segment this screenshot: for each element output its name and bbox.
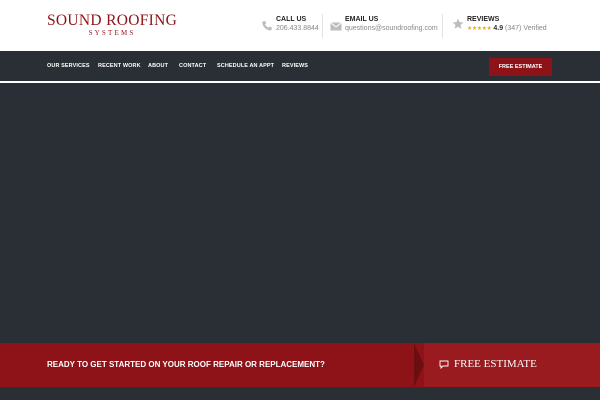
nav-item-about[interactable]: ABOUT xyxy=(148,63,168,69)
logo-name: SOUND ROOFING xyxy=(47,12,178,29)
free-estimate-nav-button[interactable]: FREE ESTIMATE xyxy=(489,58,552,76)
cta-arrow-notch xyxy=(414,343,424,387)
phone-icon xyxy=(262,21,272,31)
hero-area xyxy=(0,83,600,343)
rating-verified: Verified xyxy=(523,25,547,32)
rating-score: 4.9 xyxy=(493,25,504,32)
email-address[interactable]: questions@soundroofing.com xyxy=(345,25,438,32)
free-estimate-cta-label: FREE ESTIMATE xyxy=(454,358,537,370)
rating-stars: ★★★★★ xyxy=(467,26,492,32)
email-us-label: EMAIL US xyxy=(345,16,379,23)
call-us-block[interactable]: CALL US 206.433.8844 xyxy=(261,14,331,38)
footer-strip xyxy=(0,387,600,400)
rating-summary: ★★★★★ 4.9 (347) Verified xyxy=(467,25,547,32)
rating-count: (347) xyxy=(505,25,522,32)
cta-message: READY TO GET STARTED ON YOUR ROOF REPAIR… xyxy=(47,360,325,369)
chat-bubble-icon xyxy=(439,360,449,369)
nav-item-contact[interactable]: CONTACT xyxy=(179,63,206,69)
logo[interactable]: SOUND ROOFING SYSTEMS xyxy=(47,12,177,38)
reviews-block[interactable]: REVIEWS ★★★★★ 4.9 (347) Verified xyxy=(452,14,562,38)
star-icon xyxy=(452,18,464,29)
header-divider xyxy=(442,14,443,38)
nav-item-reviews[interactable]: REVIEWS xyxy=(282,63,308,69)
call-us-label: CALL US xyxy=(276,16,307,23)
site-header: SOUND ROOFING SYSTEMS CALL US 206.433.88… xyxy=(0,0,600,51)
email-us-block[interactable]: EMAIL US questions@soundroofing.com xyxy=(330,14,442,38)
reviews-label: REVIEWS xyxy=(467,16,500,23)
nav-item-schedule-appt[interactable]: SCHEDULE AN APPT xyxy=(217,63,274,69)
phone-number[interactable]: 206.433.8844 xyxy=(276,25,319,32)
logo-subtitle: SYSTEMS xyxy=(88,29,136,37)
envelope-icon xyxy=(330,22,342,31)
free-estimate-cta-button[interactable]: FREE ESTIMATE xyxy=(424,343,600,387)
nav-item-recent-work[interactable]: RECENT WORK xyxy=(98,63,141,69)
nav-item-our-services[interactable]: OUR SERVICES xyxy=(47,63,90,69)
header-divider xyxy=(322,14,323,38)
